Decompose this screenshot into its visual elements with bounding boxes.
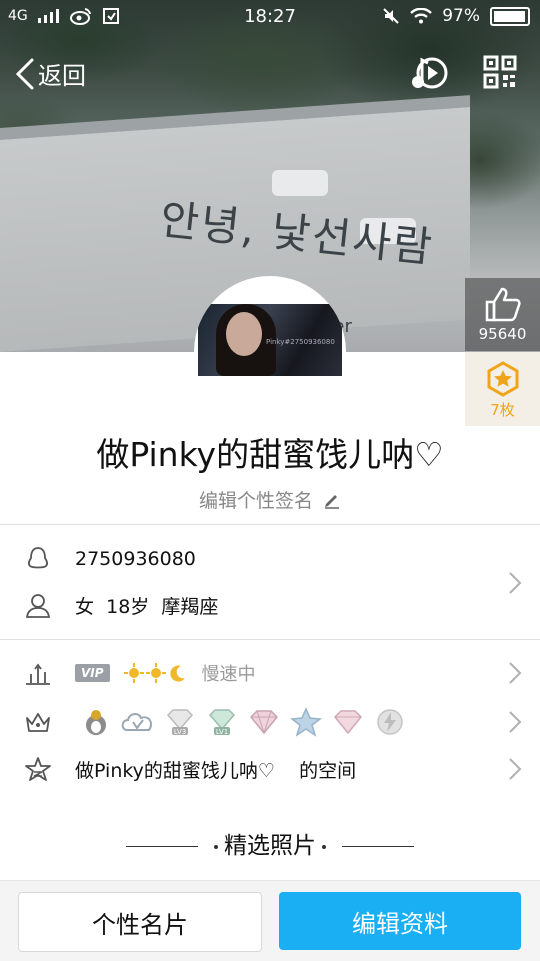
badges-row[interactable]: LV3 LV1	[0, 701, 540, 743]
svip-badge-icon[interactable]	[120, 707, 156, 737]
avatar-face	[226, 312, 262, 356]
crown-icon	[26, 713, 50, 732]
wifi-icon	[410, 8, 433, 24]
signature-edit[interactable]: 编辑个性签名	[0, 486, 540, 513]
nickname: 做Pinky的甜蜜饯儿呐♡	[96, 435, 444, 474]
divider-line	[342, 846, 414, 847]
pink-diamond-2-badge-icon[interactable]	[330, 707, 366, 737]
qq-penguin-badge-icon[interactable]	[78, 707, 114, 737]
qr-code-icon[interactable]	[483, 55, 517, 89]
medal-star-icon	[487, 361, 519, 397]
lightning-badge-icon[interactable]	[372, 707, 408, 737]
chevron-right-icon[interactable]	[508, 710, 522, 734]
signature-placeholder[interactable]: 编辑个性签名	[199, 490, 313, 512]
back-arrow-icon	[15, 58, 34, 89]
battery-percent: 97%	[442, 6, 480, 26]
divider	[0, 524, 540, 525]
diamond-lv3-badge-icon[interactable]: LV3	[162, 707, 198, 737]
back-label: 返回	[38, 62, 86, 90]
sun-icon	[145, 663, 166, 683]
person-icon	[25, 594, 51, 618]
vip-badge: VIP	[75, 664, 110, 682]
badge-list: LV3 LV1	[78, 707, 408, 737]
like-button[interactable]: 95640	[465, 278, 540, 351]
penguin-icon	[28, 547, 48, 569]
edit-profile-button[interactable]: 编辑资料	[279, 892, 521, 950]
medal-count: 7枚	[490, 401, 515, 419]
chevron-right-icon[interactable]	[508, 571, 522, 595]
vip-info: VIP 慢速中	[75, 660, 256, 686]
lamp	[272, 170, 328, 196]
qzone-row[interactable]: 做Pinky的甜蜜饯儿呐♡ 的空间	[0, 748, 540, 790]
qq-number-row: 2750936080	[0, 538, 540, 580]
qzone-label: 做Pinky的甜蜜饯儿呐♡ 的空间	[75, 759, 357, 782]
basic-info: 女 18岁 摩羯座	[75, 592, 218, 619]
badge-level: LV1	[216, 728, 228, 736]
diamond-lv1-badge-icon[interactable]: LV1	[204, 707, 240, 737]
nav-bar: 返回	[0, 50, 540, 94]
qq-number: 2750936080	[75, 548, 196, 570]
divider-dot	[322, 844, 326, 849]
thumbs-up-icon	[485, 287, 521, 322]
bottom-action-bar: 个性名片 编辑资料	[0, 880, 540, 961]
like-count: 95640	[478, 325, 527, 343]
battery-icon	[490, 6, 530, 26]
avatar-photo: Pinky#2750936080	[198, 304, 342, 376]
music-icon[interactable]	[410, 54, 450, 92]
chevron-right-icon[interactable]	[508, 661, 522, 685]
chevron-right-icon[interactable]	[508, 757, 522, 781]
divider-dot	[214, 844, 218, 849]
status-bar: 4G 18:27 97%	[0, 0, 540, 34]
badge-level: LV3	[174, 728, 186, 736]
mute-icon	[383, 8, 399, 24]
back-button[interactable]: 返回	[14, 56, 86, 91]
level-icons	[123, 663, 188, 683]
vip-row[interactable]: VIP 慢速中	[0, 652, 540, 694]
moon-icon	[169, 665, 185, 682]
avatar-watermark: Pinky#2750936080	[266, 338, 335, 346]
gender: 女	[75, 595, 95, 618]
vip-status: 慢速中	[201, 664, 256, 685]
zodiac: 摩羯座	[161, 595, 219, 618]
pink-diamond-badge-icon[interactable]	[246, 707, 282, 737]
pencil-icon[interactable]	[323, 491, 341, 509]
profile-card-button[interactable]: 个性名片	[18, 892, 262, 952]
section-title: 精选照片	[224, 833, 316, 859]
age: 18岁	[106, 595, 150, 618]
medal-button[interactable]: 7枚	[465, 352, 540, 426]
featured-photos-heading: 精选照片	[0, 826, 540, 860]
avatar[interactable]: Pinky#2750936080	[194, 276, 346, 428]
sun-icon	[123, 663, 144, 683]
star-badge-icon[interactable]	[288, 707, 324, 737]
qzone-star-icon	[25, 757, 51, 781]
basic-info-row[interactable]: 女 18岁 摩羯座	[0, 584, 540, 626]
divider-line	[126, 846, 198, 847]
divider	[0, 639, 540, 640]
growth-icon	[26, 663, 50, 685]
